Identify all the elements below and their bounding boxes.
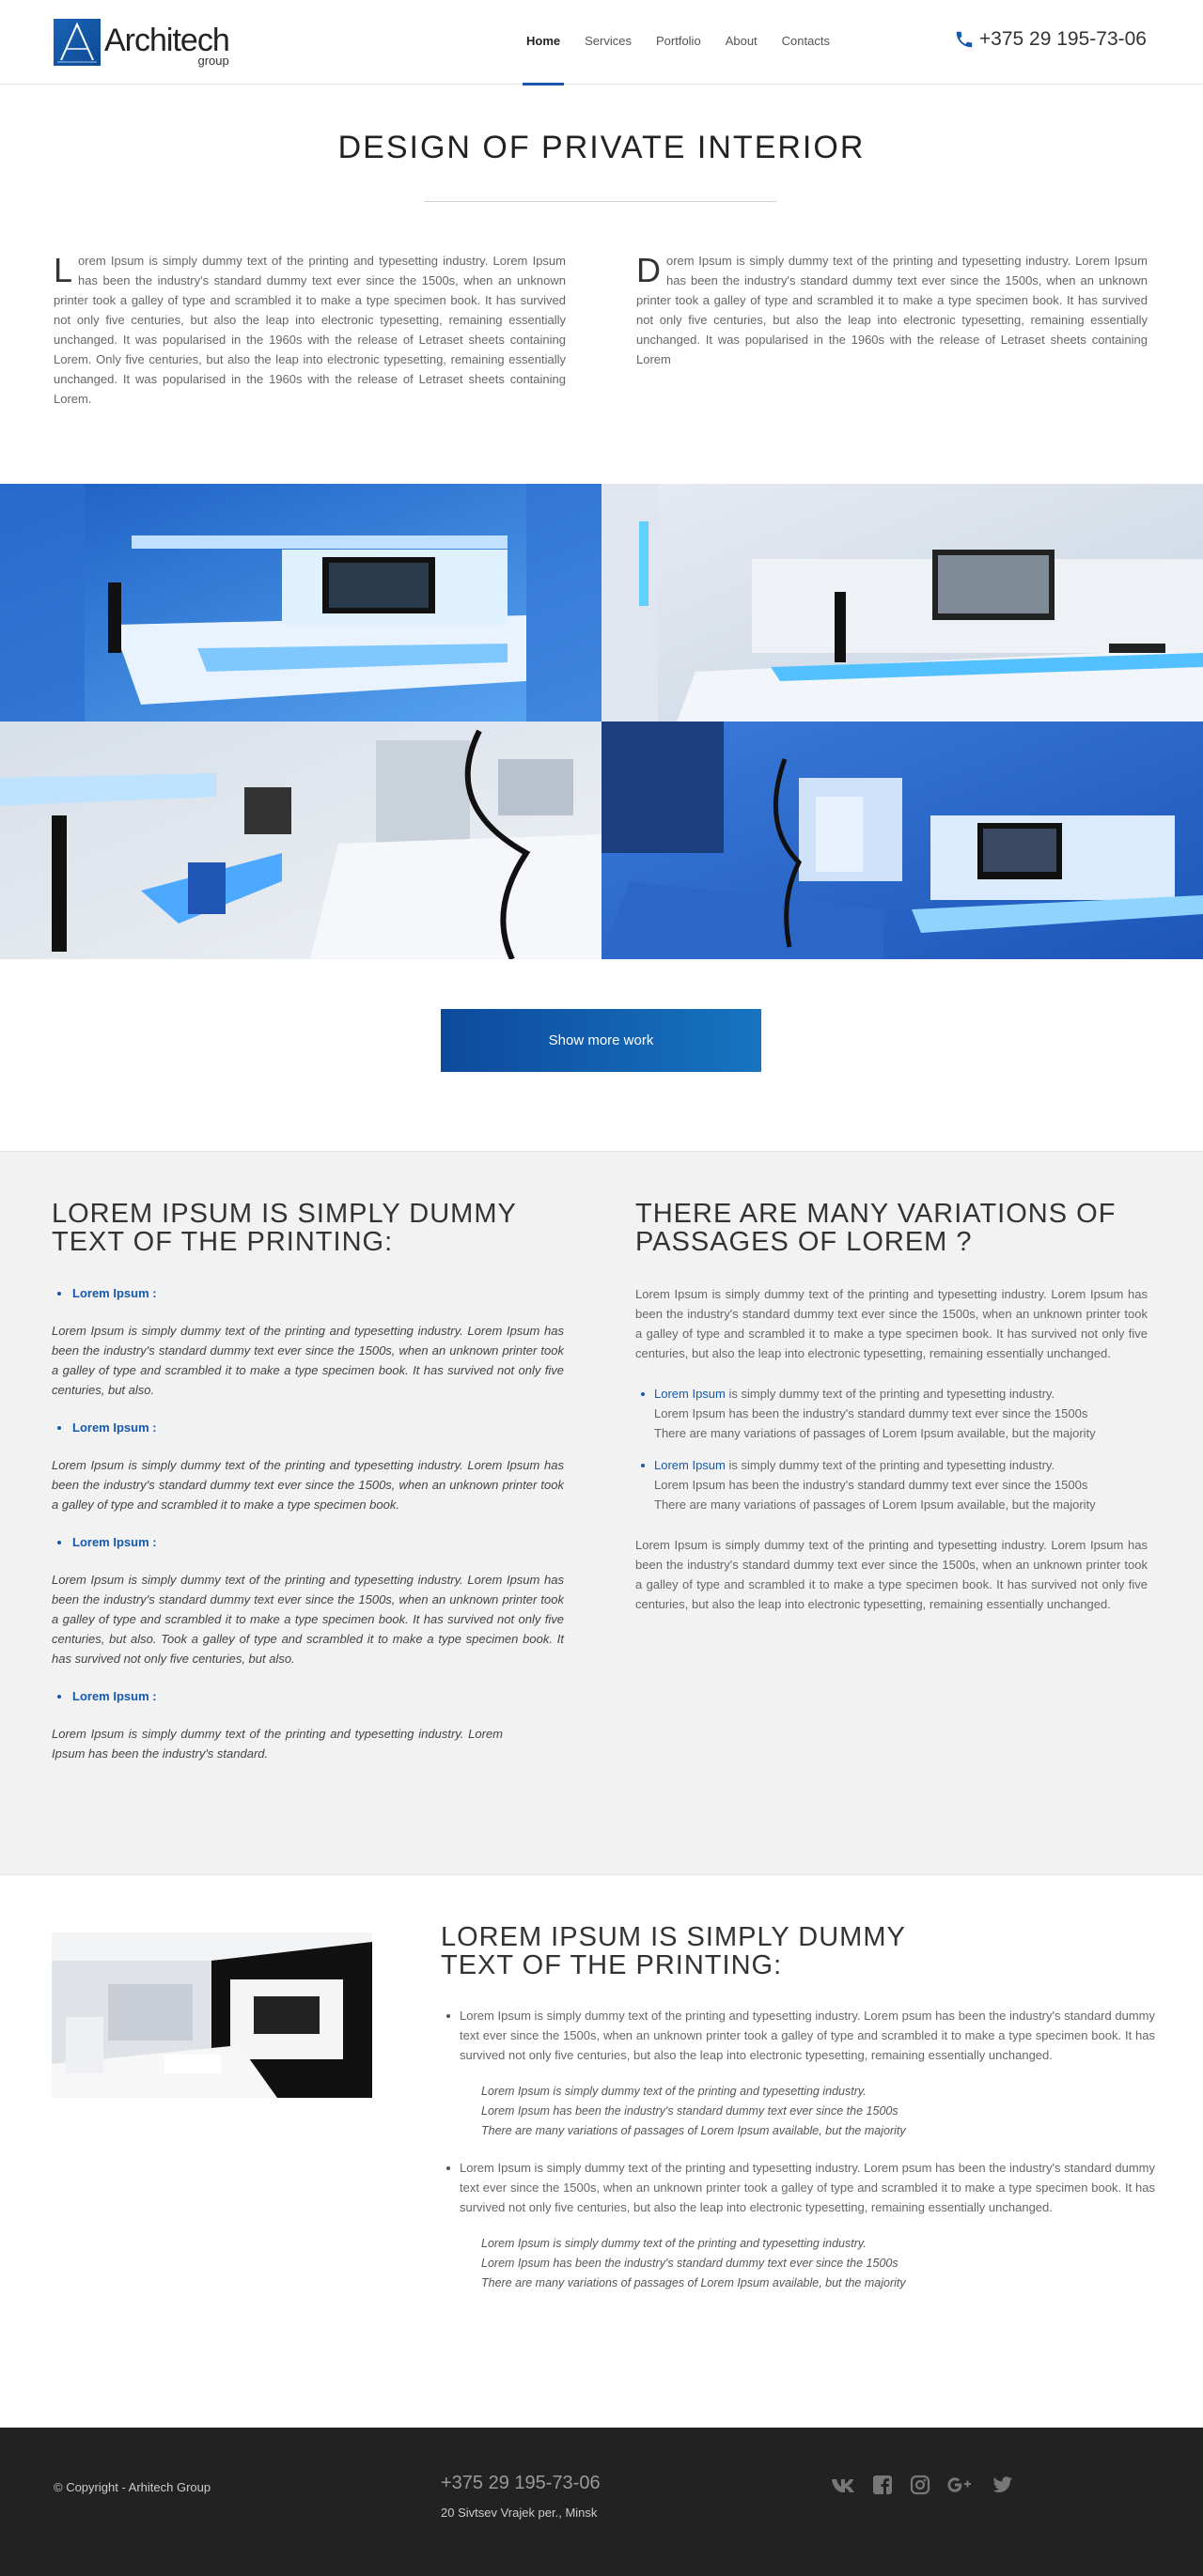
logo-name: Architech bbox=[104, 23, 230, 58]
bullet-icon bbox=[446, 2166, 450, 2170]
lorem-ipsum-link[interactable]: Lorem Ipsum : bbox=[52, 1535, 564, 1549]
gallery-image-2[interactable] bbox=[602, 484, 1203, 722]
item-line: Lorem Ipsum has been the industry's stan… bbox=[654, 1478, 1088, 1492]
lower-quote: Lorem Ipsum is simply dummy text of the … bbox=[441, 2234, 1155, 2293]
lower-list-item: Lorem Ipsum is simply dummy text of the … bbox=[441, 2006, 1155, 2065]
left-item: Lorem Ipsum : Lorem Ipsum is simply dumm… bbox=[52, 1420, 564, 1514]
quote-line: Lorem Ipsum has been the industry's stan… bbox=[481, 2104, 898, 2118]
interior-thumbnail[interactable] bbox=[52, 1932, 372, 2098]
intro-right-text: D orem Ipsum is simply dummy text of the… bbox=[636, 251, 1148, 369]
bullet-icon bbox=[641, 1464, 645, 1467]
show-more-work-button[interactable]: Show more work bbox=[441, 1009, 761, 1072]
bullet-icon bbox=[641, 1392, 645, 1396]
right-paragraph: Lorem Ipsum is simply dummy text of the … bbox=[635, 1538, 1148, 1611]
quote-line: Lorem Ipsum is simply dummy text of the … bbox=[481, 2085, 867, 2098]
lower-quote: Lorem Ipsum is simply dummy text of the … bbox=[441, 2082, 1155, 2141]
page-title: DESIGN OF PRIVATE INTERIOR bbox=[337, 130, 866, 165]
lorem-ipsum-link[interactable]: Lorem Ipsum : bbox=[52, 1689, 564, 1703]
right-list-item: Lorem Ipsum is simply dummy text of the … bbox=[635, 1455, 1148, 1514]
footer-address: 20 Sivtsev Vrajek per., Minsk bbox=[441, 2506, 598, 2520]
logo-mark-icon bbox=[54, 19, 101, 66]
site-footer: © Copyright - Arhitech Group +375 29 195… bbox=[0, 2428, 1203, 2576]
quote-line: Lorem Ipsum is simply dummy text of the … bbox=[481, 2237, 867, 2250]
lower-list-item: Lorem Ipsum is simply dummy text of the … bbox=[441, 2158, 1155, 2217]
header-phone-number: +375 29 195-73-06 bbox=[978, 28, 1147, 50]
nav-contacts[interactable]: Contacts bbox=[782, 0, 830, 85]
bullet-icon bbox=[446, 2014, 450, 2018]
left-item-text: Lorem Ipsum is simply dummy text of the … bbox=[52, 1573, 564, 1666]
instagram-icon[interactable] bbox=[910, 2475, 930, 2499]
right-paragraph: Lorem Ipsum is simply dummy text of the … bbox=[635, 1287, 1148, 1360]
item-line: Lorem Ipsum has been the industry's stan… bbox=[654, 1406, 1088, 1420]
page: Architech group Home Services Portfolio … bbox=[0, 0, 1203, 2576]
social-links bbox=[831, 2475, 1013, 2499]
nav-portfolio[interactable]: Portfolio bbox=[656, 0, 701, 85]
vk-icon[interactable] bbox=[831, 2476, 855, 2497]
right-list-item: Lorem Ipsum is simply dummy text of the … bbox=[635, 1384, 1148, 1443]
footer-phone[interactable]: +375 29 195-73-06 bbox=[441, 2473, 601, 2494]
right-column: THERE ARE MANY VARIATIONS OF PASSAGES OF… bbox=[635, 1200, 1148, 1614]
header-phone[interactable]: +375 29 195-73-06 bbox=[954, 28, 1147, 51]
portfolio-gallery bbox=[0, 484, 1203, 960]
left-item: Lorem Ipsum : Lorem Ipsum is simply dumm… bbox=[52, 1535, 564, 1668]
left-item-text: Lorem Ipsum is simply dummy text of the … bbox=[52, 1727, 503, 1761]
site-header: Architech group Home Services Portfolio … bbox=[0, 0, 1203, 85]
lower-heading: LOREM IPSUM IS SIMPLY DUMMY TEXT OF THE … bbox=[441, 1922, 906, 1980]
left-item-text: Lorem Ipsum is simply dummy text of the … bbox=[52, 1458, 564, 1512]
quote-line: There are many variations of passages of… bbox=[481, 2124, 906, 2137]
title-divider bbox=[425, 201, 776, 202]
nav-about[interactable]: About bbox=[726, 0, 758, 85]
logo[interactable]: Architech group bbox=[54, 19, 230, 68]
left-heading: LOREM IPSUM IS SIMPLY DUMMY TEXT OF THE … bbox=[52, 1199, 517, 1257]
left-item: Lorem Ipsum : Lorem Ipsum is simply dumm… bbox=[52, 1286, 564, 1400]
intro-left-text: L orem Ipsum is simply dummy text of the… bbox=[54, 251, 566, 409]
quote-line: Lorem Ipsum has been the industry's stan… bbox=[481, 2257, 898, 2270]
lower-item-text: Lorem Ipsum is simply dummy text of the … bbox=[460, 2009, 1155, 2062]
intro-left-body: orem Ipsum is simply dummy text of the p… bbox=[54, 254, 566, 406]
left-column: LOREM IPSUM IS SIMPLY DUMMY TEXT OF THE … bbox=[52, 1200, 564, 1763]
lorem-ipsum-link[interactable]: Lorem Ipsum : bbox=[52, 1420, 564, 1435]
lorem-ipsum-link[interactable]: Lorem Ipsum bbox=[654, 1458, 726, 1472]
item-line: There are many variations of passages of… bbox=[654, 1426, 1096, 1440]
lower-item-text: Lorem Ipsum is simply dummy text of the … bbox=[460, 2161, 1155, 2214]
item-line: There are many variations of passages of… bbox=[654, 1497, 1096, 1512]
left-item-text: Lorem Ipsum is simply dummy text of the … bbox=[52, 1324, 564, 1397]
left-item: Lorem Ipsum : Lorem Ipsum is simply dumm… bbox=[52, 1689, 564, 1763]
drop-cap: L bbox=[54, 251, 73, 289]
lower-content: LOREM IPSUM IS SIMPLY DUMMY TEXT OF THE … bbox=[441, 1923, 1155, 2293]
twitter-icon[interactable] bbox=[992, 2476, 1013, 2497]
copyright: © Copyright - Arhitech Group bbox=[54, 2480, 211, 2494]
info-section: LOREM IPSUM IS SIMPLY DUMMY TEXT OF THE … bbox=[0, 1151, 1203, 1875]
gallery-image-3[interactable] bbox=[0, 722, 602, 959]
gallery-image-1[interactable] bbox=[0, 484, 602, 722]
main-nav: Home Services Portfolio About Contacts bbox=[522, 0, 854, 85]
quote-line: There are many variations of passages of… bbox=[481, 2276, 906, 2289]
facebook-icon[interactable] bbox=[872, 2475, 893, 2499]
google-plus-icon[interactable] bbox=[947, 2475, 976, 2498]
item-text: is simply dummy text of the printing and… bbox=[725, 1387, 1055, 1401]
intro-right-body: orem Ipsum is simply dummy text of the p… bbox=[636, 254, 1148, 366]
drop-cap: D bbox=[636, 251, 661, 289]
right-heading: THERE ARE MANY VARIATIONS OF PASSAGES OF… bbox=[635, 1199, 1117, 1257]
lorem-ipsum-link[interactable]: Lorem Ipsum bbox=[654, 1387, 726, 1401]
lorem-ipsum-link[interactable]: Lorem Ipsum : bbox=[52, 1286, 564, 1300]
nav-services[interactable]: Services bbox=[585, 0, 632, 85]
nav-home[interactable]: Home bbox=[522, 0, 565, 85]
gallery-image-4[interactable] bbox=[602, 722, 1203, 959]
phone-icon bbox=[956, 31, 973, 48]
item-text: is simply dummy text of the printing and… bbox=[725, 1458, 1055, 1472]
